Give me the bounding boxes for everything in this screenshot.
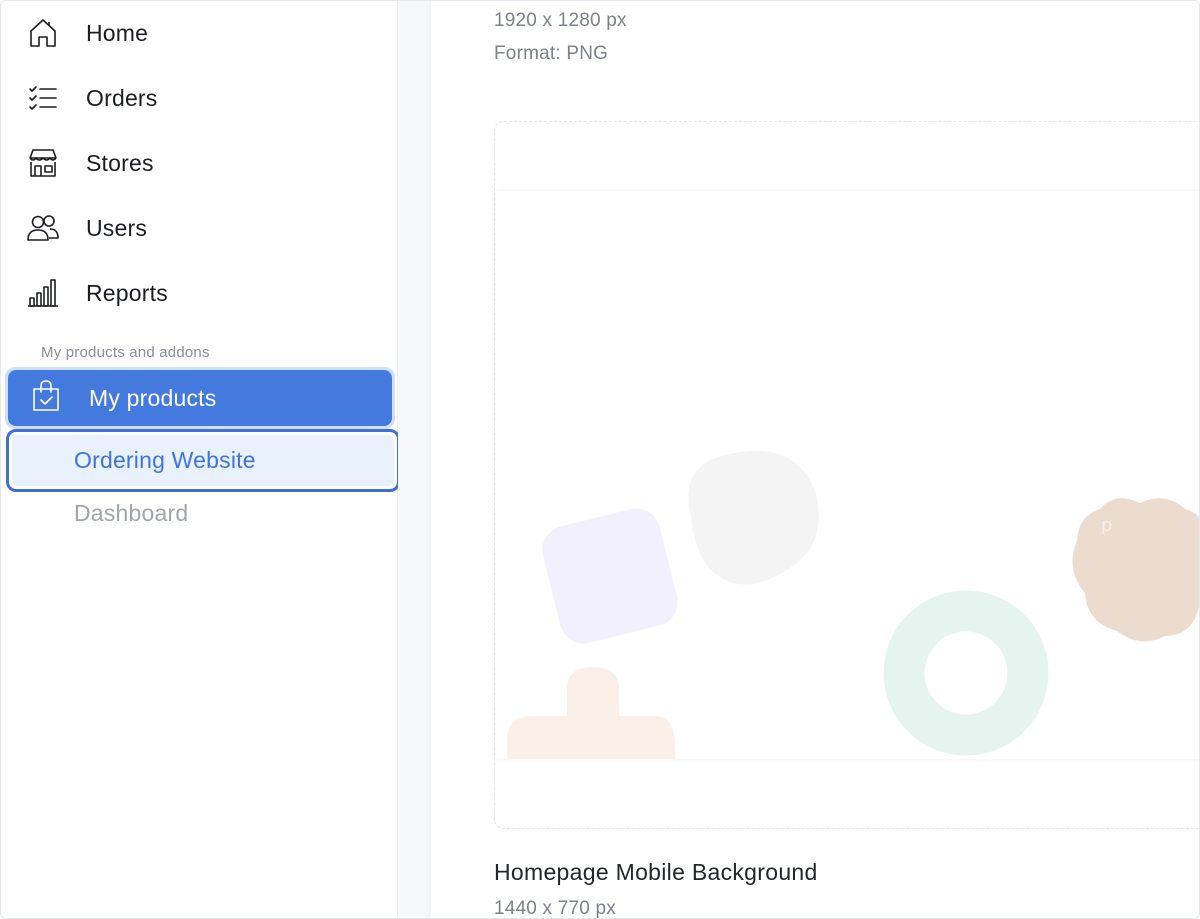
my-products-button[interactable]: My products [8,370,392,426]
sidebar: Home Orders Stores Users Reports My prod… [1,1,400,918]
sidebar-item-label: Reports [86,279,168,306]
sidebar-subitem-label: Ordering Website [74,447,256,473]
sidebar-item-my-products[interactable]: My products [5,367,395,429]
sidebar-subitem-dashboard[interactable]: Dashboard [74,496,188,530]
sidebar-item-home[interactable]: Home [25,11,385,55]
sidebar-item-orders[interactable]: Orders [25,76,385,120]
bar-chart-icon [25,273,65,313]
sidebar-item-label: Stores [86,149,154,176]
sidebar-item-users[interactable]: Users [25,206,385,250]
decorative-shapes-illustration: p [507,450,1199,759]
image-dimensions: 1440 x 770 px [494,898,616,919]
main-content: 1920 x 1280 px Format: PNG p Homepage Mo… [398,1,1199,919]
sidebar-item-reports[interactable]: Reports [25,271,385,315]
store-icon [25,143,65,183]
sidebar-subitem-ordering-website[interactable]: Ordering Website [6,429,400,492]
home-icon [25,13,65,53]
ordering-website-link[interactable]: Ordering Website [12,435,394,486]
sidebar-item-label: Orders [86,84,158,111]
section-label: My products and addons [41,344,210,361]
image-title: Homepage Mobile Background [494,859,818,885]
svg-text:p: p [1101,515,1112,536]
image-format: Format: PNG [494,43,609,64]
list-check-icon [25,78,65,118]
users-icon [25,208,65,248]
background-image-preview: p [495,191,1199,759]
sidebar-item-label: Users [86,214,148,241]
shopping-bag-check-icon [28,378,64,419]
sidebar-item-stores[interactable]: Stores [25,141,385,185]
sidebar-item-label: My products [89,384,217,411]
app-window: Home Orders Stores Users Reports My prod… [0,0,1200,919]
image-dimensions: 1920 x 1280 px [494,10,627,31]
sidebar-item-label: Home [86,19,149,46]
